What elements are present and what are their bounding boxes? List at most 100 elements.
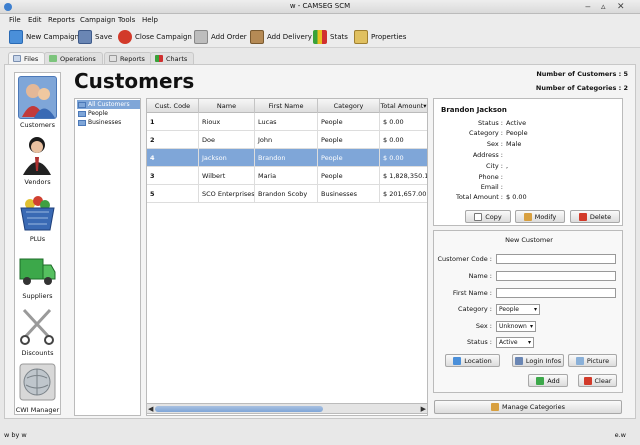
folder-icon: [78, 119, 86, 126]
delete-button[interactable]: Delete: [570, 210, 620, 223]
cell-total: $ 1,828,350.12: [383, 172, 427, 180]
name-input[interactable]: [496, 271, 616, 281]
tab-reports[interactable]: Reports: [104, 52, 152, 64]
menu-reports[interactable]: Reports: [48, 16, 75, 24]
col-first-name[interactable]: First Name: [255, 99, 318, 113]
scroll-left-arrow-icon[interactable]: ◀: [148, 404, 153, 414]
table-row[interactable]: 5 SCO Enterprises Brandon Scoby Business…: [147, 185, 427, 203]
new-campaign-icon: [9, 30, 23, 44]
detail-label: Category :: [469, 129, 503, 137]
modify-button[interactable]: Modify: [515, 210, 565, 223]
clear-icon: [583, 376, 592, 385]
detail-label: Address :: [472, 151, 503, 159]
box-icon: [250, 30, 264, 44]
add-button[interactable]: Add: [528, 374, 568, 387]
horizontal-scrollbar[interactable]: ◀ ▶: [146, 403, 428, 414]
delete-icon: [578, 212, 587, 221]
scrollbar-thumb[interactable]: [155, 406, 323, 412]
add-order-label: Add Order: [211, 33, 247, 41]
picture-button[interactable]: Picture: [568, 354, 617, 367]
operations-tab-icon: [49, 55, 57, 62]
new-customer-title: New Customer: [505, 236, 553, 244]
close-button[interactable]: ✕: [617, 1, 625, 13]
menu-help[interactable]: Help: [142, 16, 158, 24]
add-delivery-button[interactable]: Add Delivery: [250, 29, 312, 45]
minimize-button[interactable]: ‒: [585, 1, 591, 13]
cell-first-name: John: [255, 131, 318, 149]
customers-icon: [18, 76, 57, 119]
table-header: Cust. Code Name First Name Category Tota…: [147, 99, 427, 113]
customer-count: Number of Customers : 5: [536, 70, 628, 78]
nav-plus-label: PLUs: [29, 235, 46, 243]
sort-down-icon: ▾: [423, 102, 427, 110]
customer-code-input[interactable]: [496, 254, 616, 264]
basket-icon: [18, 190, 57, 233]
table-row[interactable]: 3 Wilbert Maria People $ 1,828,350.12: [147, 167, 427, 185]
manage-categories-button[interactable]: Manage Categories: [434, 400, 622, 414]
add-icon: [536, 376, 545, 385]
tab-bar: Files Operations Reports Charts: [0, 50, 640, 64]
detail-value: Active: [506, 119, 527, 127]
table-row[interactable]: 1 Rioux Lucas People $ 0.00: [147, 113, 427, 131]
detail-row: Email :: [434, 183, 624, 193]
menu-file[interactable]: File: [9, 16, 21, 24]
picture-icon: [575, 356, 584, 365]
nav-plus[interactable]: PLUs: [15, 188, 60, 245]
cell-first-name: Brandon Scoby: [255, 185, 318, 203]
stats-button[interactable]: Stats: [313, 29, 348, 45]
tab-files[interactable]: Files: [8, 52, 46, 64]
nav-suppliers[interactable]: Suppliers: [15, 245, 60, 302]
detail-value: $ 0.00: [506, 193, 527, 201]
category-select[interactable]: People ▾: [496, 304, 540, 315]
copy-button[interactable]: Copy: [465, 210, 511, 223]
properties-button[interactable]: Properties: [354, 29, 406, 45]
col-cust-code[interactable]: Cust. Code: [147, 99, 199, 113]
detail-label: Status :: [478, 119, 503, 127]
table-row[interactable]: 2 Doe John People $ 0.00: [147, 131, 427, 149]
window-title: w - CAMSEG SCM: [289, 2, 351, 10]
col-name[interactable]: Name: [199, 99, 255, 113]
first-name-label: First Name :: [452, 289, 492, 297]
save-label: Save: [95, 33, 113, 41]
col-category[interactable]: Category: [318, 99, 380, 113]
name-label: Name :: [468, 272, 492, 280]
close-campaign-button[interactable]: Close Campaign: [118, 29, 192, 45]
status-select[interactable]: Active ▾: [496, 337, 534, 348]
tree-item-people[interactable]: People: [77, 109, 140, 118]
tab-charts[interactable]: Charts: [150, 52, 195, 64]
detail-label: Total Amount :: [455, 193, 503, 201]
delete-label: Delete: [589, 212, 612, 221]
new-campaign-button[interactable]: New Campaign: [9, 29, 79, 45]
save-button[interactable]: Save: [78, 29, 112, 45]
nav-customers[interactable]: Customers: [15, 74, 60, 131]
first-name-input[interactable]: [496, 288, 616, 298]
chevron-down-icon: ▾: [527, 339, 531, 346]
close-campaign-icon: [118, 30, 132, 44]
cell-code: 5: [147, 185, 199, 203]
nav-cwi-manager-label: CWI Manager: [15, 406, 60, 414]
nav-cwi-manager[interactable]: CWI Manager: [15, 359, 60, 416]
detail-label: City :: [486, 162, 503, 170]
menu-edit[interactable]: Edit: [28, 16, 42, 24]
login-infos-button[interactable]: Login Infos: [512, 354, 564, 367]
tab-operations[interactable]: Operations: [44, 52, 103, 64]
tree-item-businesses[interactable]: Businesses: [77, 118, 140, 127]
status-label: Status :: [467, 338, 492, 346]
maximize-button[interactable]: ▵: [601, 1, 606, 13]
col-total-amount[interactable]: Total Amount▾: [380, 99, 427, 113]
add-order-button[interactable]: Add Order: [194, 29, 247, 45]
location-button[interactable]: Location: [445, 354, 500, 367]
clear-button[interactable]: Clear: [578, 374, 617, 387]
menu-campaign[interactable]: Campaign: [80, 16, 116, 24]
tree-item-all-customers[interactable]: All Customers: [77, 100, 140, 109]
nav-discounts[interactable]: Discounts: [15, 302, 60, 359]
add-delivery-label: Add Delivery: [267, 33, 312, 41]
menu-tools[interactable]: Tools: [118, 16, 135, 24]
nav-vendors[interactable]: Vendors: [15, 131, 60, 188]
scroll-right-arrow-icon[interactable]: ▶: [421, 404, 426, 414]
sex-select[interactable]: Unknown ▾: [496, 321, 536, 332]
floppy-icon: [78, 30, 92, 44]
table-row-selected[interactable]: 4 Jackson Brandon People $ 0.00: [147, 149, 427, 167]
detail-label: Email :: [480, 183, 503, 191]
cell-category: Businesses: [318, 185, 380, 203]
